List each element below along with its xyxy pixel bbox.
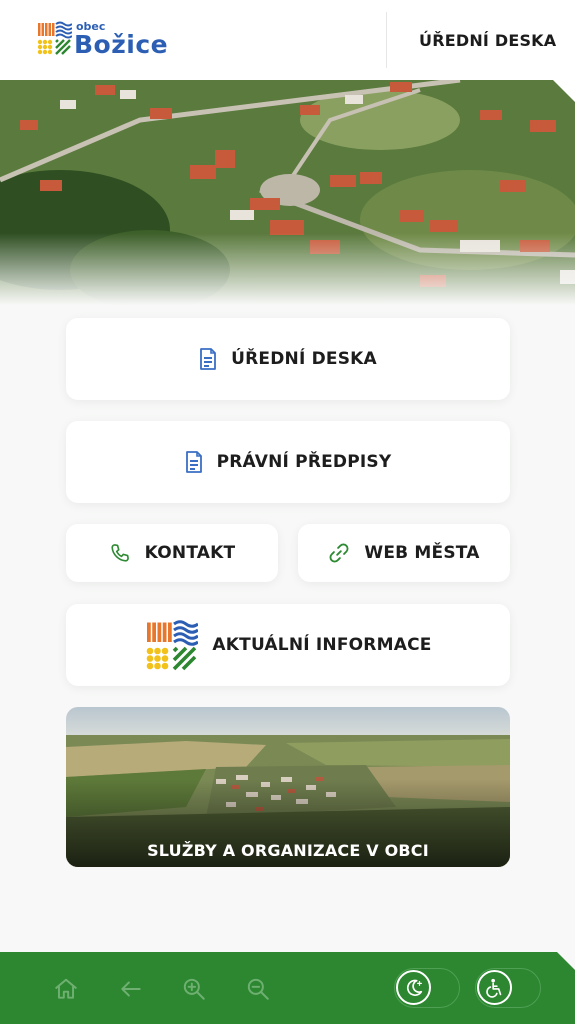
village-logo-text: obec Božice bbox=[74, 20, 174, 60]
back-arrow-icon[interactable] bbox=[118, 976, 144, 1002]
header-divider bbox=[386, 12, 387, 68]
accessibility-icon bbox=[485, 978, 501, 998]
moon-stars-icon bbox=[406, 979, 422, 996]
web-mesta-label: WEB MĚSTA bbox=[364, 543, 480, 563]
pravni-predpisy-label: PRÁVNÍ PŘEDPISY bbox=[216, 452, 392, 472]
uredni-deska-label: ÚŘEDNÍ DESKA bbox=[231, 349, 377, 369]
pravni-predpisy-button[interactable]: PRÁVNÍ PŘEDPISY bbox=[66, 421, 510, 503]
kontakt-button[interactable]: KONTAKT bbox=[66, 524, 278, 582]
accessibility-toggle-knob bbox=[477, 970, 512, 1005]
hero-corner-cut bbox=[553, 80, 575, 102]
header: obec Božice ÚŘEDNÍ DESKA bbox=[0, 0, 575, 80]
hero-aerial-photo bbox=[0, 80, 575, 305]
village-logo-icon bbox=[37, 21, 72, 55]
sluzby-organizace-label: SLUŽBY A ORGANIZACE V OBCI bbox=[147, 841, 429, 860]
header-nav-uredni-deska[interactable]: ÚŘEDNÍ DESKA bbox=[419, 31, 556, 50]
home-icon[interactable] bbox=[53, 976, 79, 1002]
document-icon bbox=[185, 451, 202, 473]
accessibility-toggle[interactable] bbox=[475, 968, 541, 1008]
village-logo[interactable]: obec Božice bbox=[36, 20, 174, 60]
hero-village-illustration bbox=[0, 80, 575, 305]
aktualni-informace-button[interactable]: AKTUÁLNÍ INFORMACE bbox=[66, 604, 510, 686]
logo-village-name: Božice bbox=[74, 30, 169, 59]
zoom-in-icon[interactable] bbox=[181, 976, 207, 1002]
kontakt-label: KONTAKT bbox=[144, 543, 236, 563]
aktualni-informace-label: AKTUÁLNÍ INFORMACE bbox=[212, 635, 432, 655]
bottom-toolbar bbox=[0, 952, 575, 1024]
uredni-deska-button[interactable]: ÚŘEDNÍ DESKA bbox=[66, 318, 510, 400]
web-mesta-button[interactable]: WEB MĚSTA bbox=[298, 524, 510, 582]
phone-icon bbox=[111, 544, 129, 562]
link-icon bbox=[329, 543, 349, 563]
app-screen: obec Božice ÚŘEDNÍ DESKA ÚŘEDNÍ DESKA PR… bbox=[0, 0, 575, 1024]
village-logo-icon bbox=[147, 620, 199, 671]
document-icon bbox=[200, 348, 216, 370]
dark-mode-toggle[interactable] bbox=[394, 968, 460, 1008]
dark-mode-toggle-knob bbox=[396, 970, 431, 1005]
sluzby-organizace-button[interactable]: SLUŽBY A ORGANIZACE V OBCI bbox=[66, 707, 510, 867]
toolbar-corner-cut bbox=[557, 952, 575, 970]
zoom-out-icon[interactable] bbox=[245, 976, 271, 1002]
